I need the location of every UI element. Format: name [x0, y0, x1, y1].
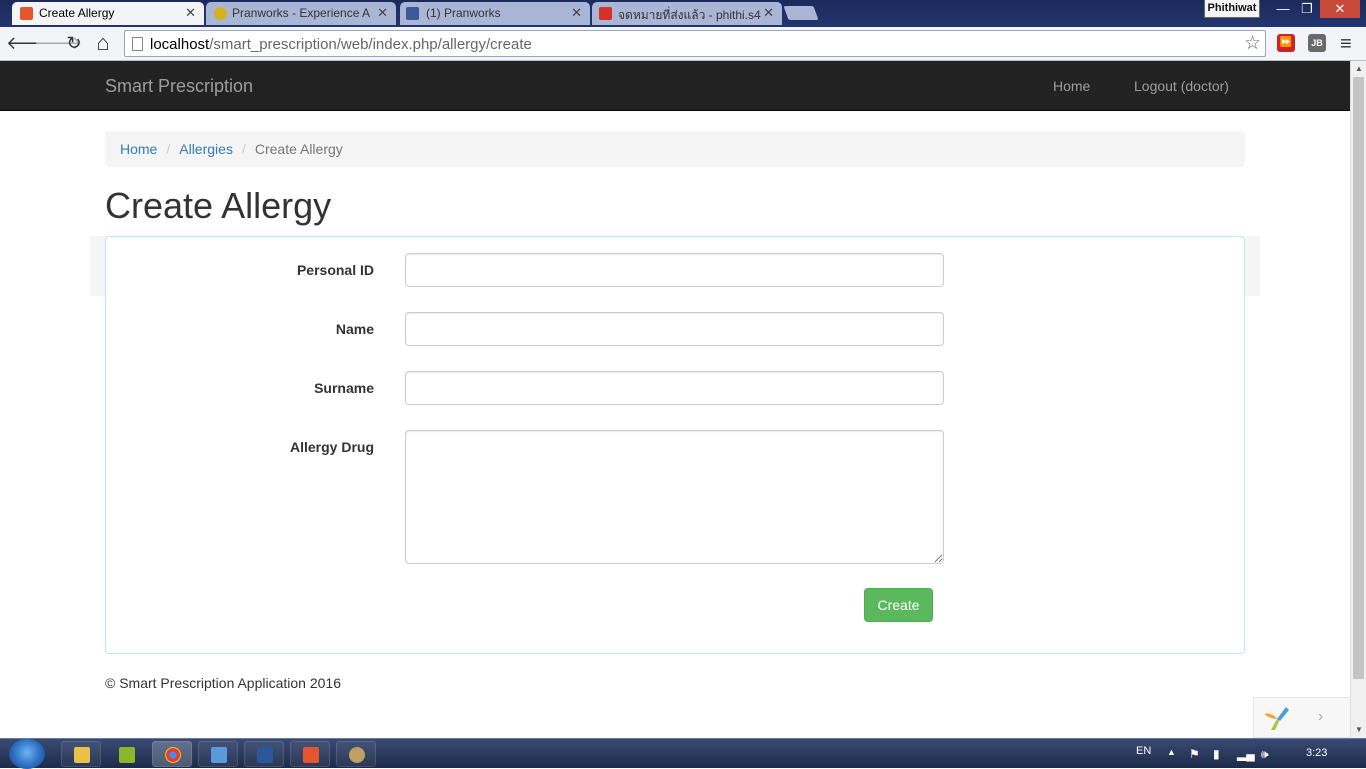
nav-home-link[interactable]: Home	[1053, 78, 1090, 94]
browser-chrome: Create Allergy ✕ Pranworks - Experience …	[0, 0, 1366, 61]
chrome-icon	[165, 747, 181, 763]
yii-logo-icon	[1264, 707, 1289, 730]
scroll-down-icon[interactable]: ▼	[1355, 725, 1363, 734]
surname-input[interactable]	[405, 371, 944, 405]
allergy-form: Personal ID Name Surname Allergy Drug Cr…	[105, 236, 1245, 654]
windows-taskbar: EN ▲ ⚑ ▮ ▂▄ 🕪 3:23	[0, 738, 1366, 769]
url-text: localhost/smart_prescription/web/index.p…	[150, 36, 532, 53]
tab-title: Create Allergy	[39, 6, 115, 20]
chevron-right-icon[interactable]: ›	[1318, 708, 1323, 726]
pranworks-favicon-icon	[214, 7, 227, 20]
address-bar[interactable]: localhost/smart_prescription/web/index.p…	[124, 30, 1266, 57]
close-tab-icon[interactable]: ✕	[571, 5, 582, 21]
footer-copyright: © Smart Prescription Application 2016	[105, 675, 341, 691]
system-clock[interactable]: 3:23	[1306, 747, 1327, 759]
power-icon[interactable]: ▮	[1213, 747, 1220, 761]
name-input[interactable]	[405, 312, 944, 346]
profile-name-badge[interactable]: Phithiwat	[1204, 0, 1260, 18]
restore-icon[interactable]: ❐	[1294, 0, 1320, 18]
tab-facebook[interactable]: (1) Pranworks ✕	[400, 2, 590, 25]
taskbar-xampp[interactable]	[290, 741, 330, 767]
tab-title: (1) Pranworks	[426, 6, 501, 20]
xampp-icon	[303, 747, 319, 763]
gmail-favicon-icon	[599, 7, 612, 20]
nav-logout-link[interactable]: Logout (doctor)	[1134, 78, 1229, 94]
forward-icon[interactable]: 🡒	[34, 32, 82, 54]
scroll-thumb[interactable]	[1353, 77, 1364, 679]
breadcrumb: Home / Allergies / Create Allergy	[105, 131, 1245, 167]
volume-icon[interactable]: 🕪	[1261, 747, 1269, 762]
language-indicator[interactable]: EN	[1136, 745, 1151, 757]
breadcrumb-separator: /	[166, 141, 171, 157]
tab-pranworks-experience[interactable]: Pranworks - Experience A ✕	[206, 2, 396, 25]
bookmark-star-icon[interactable]: ☆	[1244, 32, 1261, 55]
start-button[interactable]	[9, 739, 45, 769]
breadcrumb-allergies[interactable]: Allergies	[179, 141, 233, 157]
top-navbar: Smart Prescription Home Logout (doctor)	[0, 61, 1350, 111]
taskbar-chrome[interactable]	[152, 741, 192, 767]
tab-gmail[interactable]: จดหมายที่ส่งแล้ว - phithi.s4 ✕	[592, 2, 782, 25]
debug-toolbar[interactable]: ›	[1253, 697, 1350, 738]
taskbar-vmware[interactable]	[106, 741, 146, 767]
breadcrumb-separator: /	[241, 141, 246, 157]
browser-toolbar: 🡐 🡒 ↻ ⌂ localhost/smart_prescription/web…	[0, 27, 1366, 61]
close-tab-icon[interactable]: ✕	[185, 5, 196, 21]
taskbar-paint[interactable]	[336, 741, 376, 767]
lastpass-extension-icon[interactable]: ⏩	[1277, 34, 1295, 52]
personal-id-label: Personal ID	[296, 262, 374, 278]
url-path: /smart_prescription/web/index.php/allerg…	[209, 36, 532, 53]
close-tab-icon[interactable]: ✕	[763, 5, 774, 21]
close-tab-icon[interactable]: ✕	[377, 5, 388, 21]
brand-link[interactable]: Smart Prescription	[105, 76, 253, 97]
taskbar-remote-desktop[interactable]	[198, 741, 238, 767]
xampp-favicon-icon	[20, 7, 33, 20]
page-title: Create Allergy	[105, 185, 332, 226]
facebook-favicon-icon	[406, 7, 419, 20]
page-icon	[132, 37, 143, 51]
jb-extension-icon[interactable]: JB	[1308, 34, 1326, 52]
breadcrumb-current: Create Allergy	[254, 141, 343, 157]
action-center-flag-icon[interactable]: ⚑	[1189, 747, 1200, 761]
tab-title: จดหมายที่ส่งแล้ว - phithi.s4	[618, 8, 761, 22]
tab-title: Pranworks - Experience A	[232, 6, 371, 20]
menu-icon[interactable]: ≡	[1340, 33, 1352, 56]
name-label: Name	[335, 321, 374, 337]
surname-label: Surname	[314, 380, 374, 396]
taskbar-explorer[interactable]	[61, 741, 101, 767]
scroll-up-icon[interactable]: ▲	[1355, 64, 1363, 73]
tab-create-allergy[interactable]: Create Allergy ✕	[12, 2, 204, 25]
vmware-icon	[119, 747, 135, 763]
close-window-icon[interactable]: ✕	[1320, 0, 1360, 18]
minimize-icon[interactable]: —	[1270, 0, 1296, 18]
show-hidden-icons-icon[interactable]: ▲	[1167, 747, 1176, 757]
create-button[interactable]: Create	[864, 588, 933, 622]
tab-strip: Create Allergy ✕ Pranworks - Experience …	[0, 0, 1366, 26]
allergy-drug-textarea[interactable]	[405, 430, 944, 564]
new-tab-button[interactable]	[783, 6, 819, 20]
folder-icon	[74, 747, 90, 763]
url-host: localhost	[150, 36, 210, 53]
breadcrumb-home[interactable]: Home	[120, 141, 157, 157]
network-signal-icon[interactable]: ▂▄	[1237, 747, 1255, 761]
word-icon	[257, 747, 273, 763]
personal-id-input[interactable]	[405, 253, 944, 287]
taskbar-word[interactable]	[244, 741, 284, 767]
page-viewport: Smart Prescription Home Logout (doctor) …	[0, 61, 1350, 738]
back-icon[interactable]: 🡐	[6, 32, 54, 54]
allergy-drug-label: Allergy Drug	[289, 439, 374, 455]
home-icon[interactable]: ⌂	[92, 32, 114, 54]
paint-icon	[349, 747, 365, 763]
monitor-icon	[211, 747, 227, 763]
vertical-scrollbar[interactable]: ▲ ▼	[1350, 61, 1366, 738]
reload-icon[interactable]: ↻	[63, 32, 85, 54]
